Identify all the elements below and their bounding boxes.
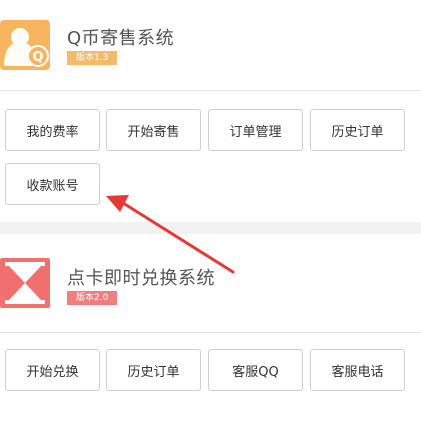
order-management-button[interactable]: 订单管理 [208, 109, 303, 151]
section-card-exchange-header: 点卡即时兑换系统 版本2.0 [0, 234, 421, 308]
start-exchange-button[interactable]: 开始兑换 [5, 349, 100, 391]
app-page: Q Q币寄售系统 版本1.3 我的费率 开始寄售 订单管理 历史订单 收款账号 … [0, 0, 421, 441]
payment-account-button[interactable]: 收款账号 [5, 163, 100, 205]
customer-service-qq-button[interactable]: 客服QQ [208, 349, 303, 391]
q-coin-logo-icon: Q [0, 20, 50, 70]
section-q-coin-version-badge: 版本1.3 [67, 51, 118, 65]
history-orders-button[interactable]: 历史订单 [310, 109, 405, 151]
section-q-coin-title: Q币寄售系统 [67, 28, 175, 49]
section-card-exchange-title: 点卡即时兑换系统 [67, 268, 215, 289]
my-rate-button[interactable]: 我的费率 [5, 109, 100, 151]
exchange-history-orders-button[interactable]: 历史订单 [106, 349, 201, 391]
start-consign-button[interactable]: 开始寄售 [106, 109, 201, 151]
section-card-exchange-version-badge: 版本2.0 [67, 291, 118, 305]
section-q-coin-divider [0, 90, 421, 91]
svg-text:Q: Q [32, 50, 43, 65]
section-card-exchange-divider [0, 332, 421, 333]
hourglass-logo-icon [0, 258, 50, 308]
section-q-coin-header: Q Q币寄售系统 版本1.3 [0, 0, 421, 70]
customer-service-phone-button[interactable]: 客服电话 [310, 349, 405, 391]
section-gap [0, 222, 421, 234]
